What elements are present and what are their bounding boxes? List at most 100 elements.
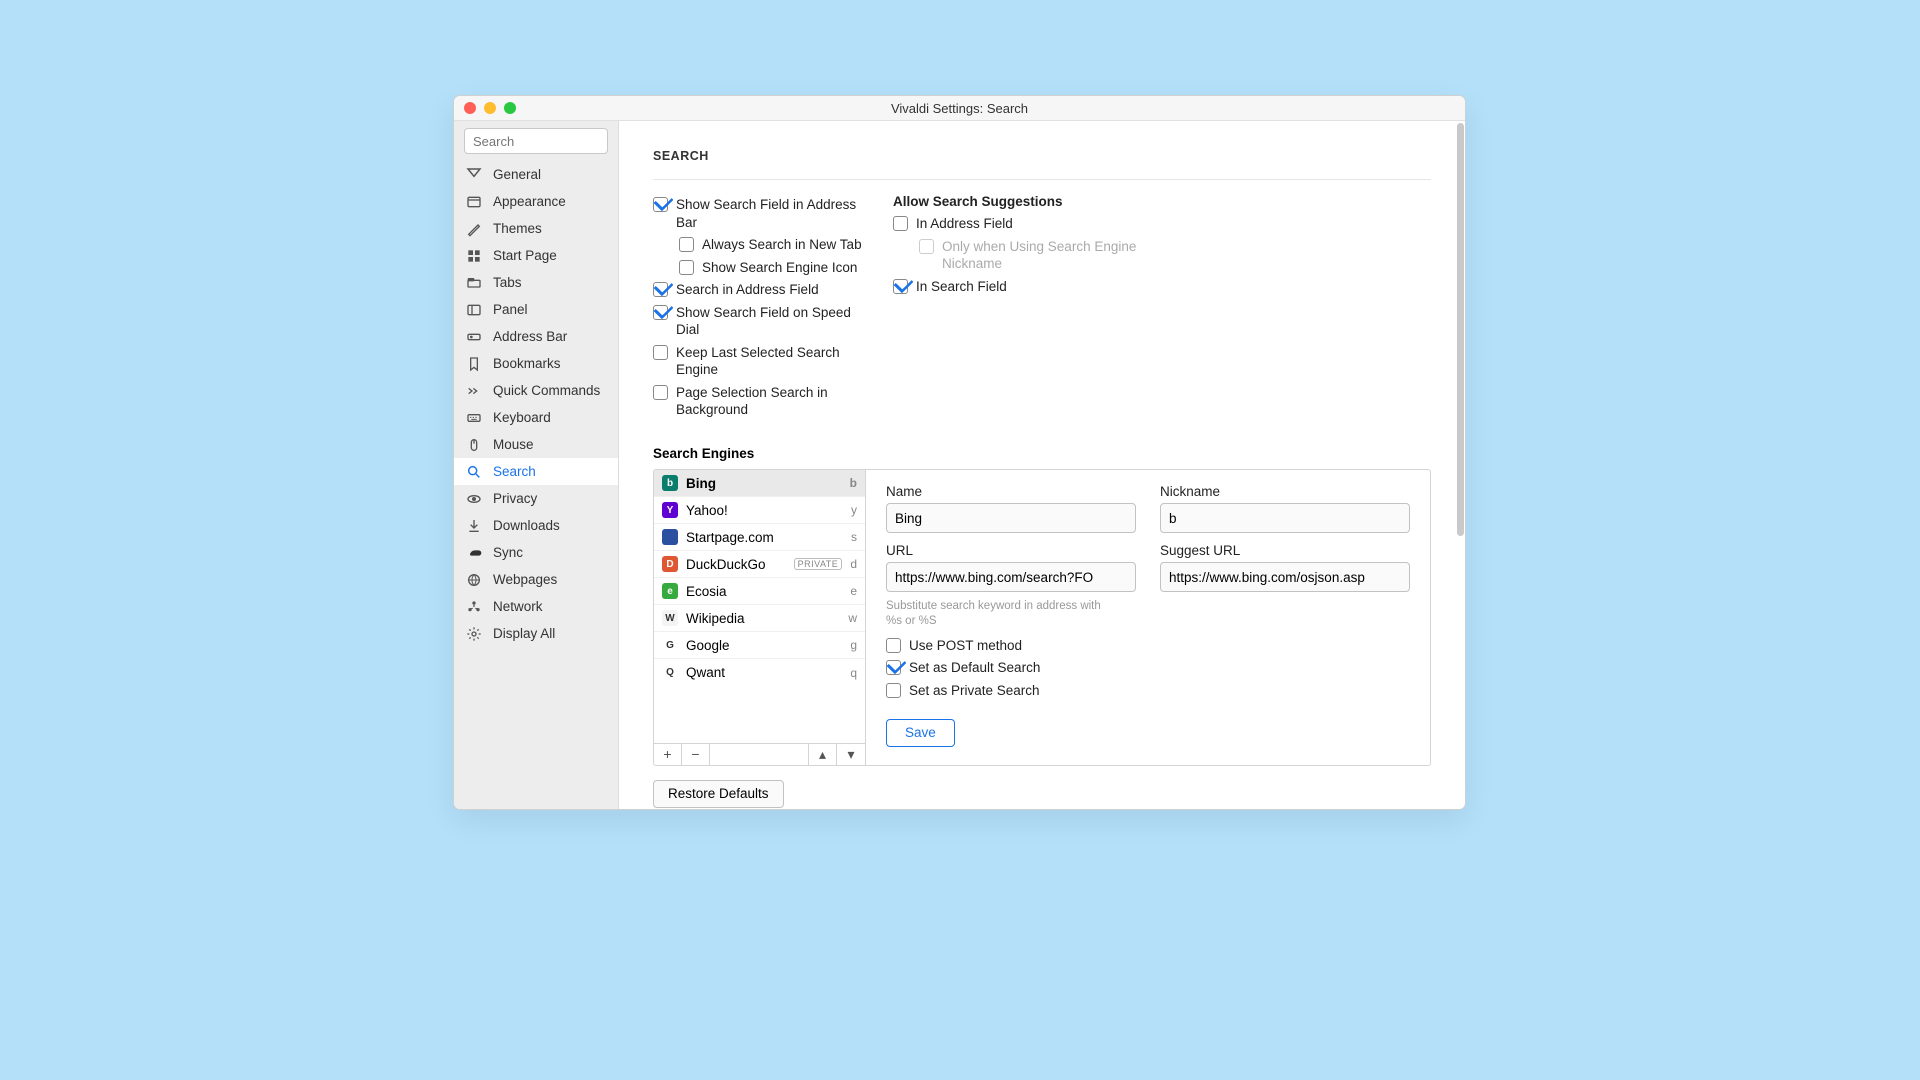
engine-key: g xyxy=(850,638,857,652)
engine-icon: Q xyxy=(662,665,678,681)
engine-url-input[interactable] xyxy=(886,562,1136,592)
opt-use-post[interactable]: Use POST method xyxy=(886,637,1410,655)
engine-key: e xyxy=(850,584,857,598)
sidebar-item-privacy[interactable]: Privacy xyxy=(454,485,618,512)
engine-row[interactable]: Y Yahoo! y xyxy=(654,497,865,524)
engine-key: d xyxy=(850,557,857,571)
titlebar: Vivaldi Settings: Search xyxy=(454,96,1465,121)
opt-show-engine-icon[interactable]: Show Search Engine Icon xyxy=(679,259,863,277)
sidebar-item-label: Sync xyxy=(493,545,523,560)
sidebar-item-bookmarks[interactable]: Bookmarks xyxy=(454,350,618,377)
engine-key: q xyxy=(850,666,857,680)
engine-move-up-button[interactable]: ▴ xyxy=(809,744,837,765)
engine-add-button[interactable]: + xyxy=(654,744,682,765)
engine-name: Ecosia xyxy=(686,584,842,599)
sidebar-item-label: Network xyxy=(493,599,543,614)
sidebar-item-address-bar[interactable]: Address Bar xyxy=(454,323,618,350)
engine-key: w xyxy=(848,611,857,625)
sidebar-item-label: Keyboard xyxy=(493,410,551,425)
sidebar-item-start-page[interactable]: Start Page xyxy=(454,242,618,269)
engine-row[interactable]: Startpage.com s xyxy=(654,524,865,551)
sidebar-item-display-all[interactable]: Display All xyxy=(454,620,618,647)
engine-icon: W xyxy=(662,610,678,626)
opt-show-field-address[interactable]: Show Search Field in Address Bar xyxy=(653,196,863,231)
engines-heading: Search Engines xyxy=(653,446,1431,461)
url-label: URL xyxy=(886,543,1136,558)
engine-name: Google xyxy=(686,638,842,653)
engine-row[interactable]: WWikipediaw xyxy=(654,605,865,632)
sidebar-item-label: Webpages xyxy=(493,572,557,587)
window-title: Vivaldi Settings: Search xyxy=(454,101,1465,116)
engine-key: b xyxy=(850,476,857,490)
engine-name: Startpage.com xyxy=(686,530,843,545)
engine-name: Yahoo! xyxy=(686,503,843,518)
engine-icon: b xyxy=(662,475,678,491)
sidebar-item-network[interactable]: Network xyxy=(454,593,618,620)
sidebar-item-label: Quick Commands xyxy=(493,383,600,398)
opt-keep-last-engine[interactable]: Keep Last Selected Search Engine xyxy=(653,344,863,379)
engine-row[interactable]: G Googleg xyxy=(654,632,865,659)
nickname-label: Nickname xyxy=(1160,484,1410,499)
restore-defaults-button[interactable]: Restore Defaults xyxy=(653,780,784,808)
opt-set-private[interactable]: Set as Private Search xyxy=(886,682,1410,700)
sidebar-item-search[interactable]: Search xyxy=(454,458,618,485)
sidebar-item-keyboard[interactable]: Keyboard xyxy=(454,404,618,431)
opt-sugg-in-address[interactable]: In Address Field xyxy=(893,215,1153,233)
opt-set-default[interactable]: Set as Default Search xyxy=(886,659,1410,677)
suggestions-heading: Allow Search Suggestions xyxy=(893,194,1153,209)
engine-name: Bing xyxy=(686,476,842,491)
sidebar-item-sync[interactable]: Sync xyxy=(454,539,618,566)
suggest-url-label: Suggest URL xyxy=(1160,543,1410,558)
settings-window: Vivaldi Settings: Search GeneralAppearan… xyxy=(453,95,1466,810)
engine-name: DuckDuckGo xyxy=(686,557,786,572)
sidebar-item-label: Privacy xyxy=(493,491,537,506)
sidebar-item-downloads[interactable]: Downloads xyxy=(454,512,618,539)
sidebar-item-general[interactable]: General xyxy=(454,161,618,188)
sidebar-item-label: Start Page xyxy=(493,248,557,263)
engine-row[interactable]: e Ecosiae xyxy=(654,578,865,605)
engine-move-down-button[interactable]: ▾ xyxy=(837,744,865,765)
sidebar-item-label: Downloads xyxy=(493,518,560,533)
engine-row[interactable]: D DuckDuckGo PRIVATE d xyxy=(654,551,865,578)
sidebar-item-label: Search xyxy=(493,464,536,479)
opt-always-new-tab[interactable]: Always Search in New Tab xyxy=(679,236,863,254)
sidebar: GeneralAppearance Themes Start Page Tabs Pan… xyxy=(454,121,619,809)
sidebar-item-mouse[interactable]: Mouse xyxy=(454,431,618,458)
name-label: Name xyxy=(886,484,1136,499)
engine-name: Qwant xyxy=(686,665,842,680)
sidebar-item-quick-commands[interactable]: Quick Commands xyxy=(454,377,618,404)
url-hint: Substitute search keyword in address wit… xyxy=(886,599,1106,629)
sidebar-item-label: Panel xyxy=(493,302,528,317)
sidebar-item-appearance[interactable]: Appearance xyxy=(454,188,618,215)
sidebar-item-themes[interactable]: Themes xyxy=(454,215,618,242)
opt-show-on-speed-dial[interactable]: Show Search Field on Speed Dial xyxy=(653,304,863,339)
engine-remove-button[interactable]: − xyxy=(682,744,710,765)
engine-row[interactable]: Q Qwantq xyxy=(654,659,865,686)
sidebar-item-label: Display All xyxy=(493,626,555,641)
scrollbar[interactable] xyxy=(1455,121,1465,809)
sidebar-item-label: Address Bar xyxy=(493,329,567,344)
opt-search-in-address[interactable]: Search in Address Field xyxy=(653,281,863,299)
engine-icon: D xyxy=(662,556,678,572)
engine-icon: G xyxy=(662,637,678,653)
opt-sugg-in-search[interactable]: In Search Field xyxy=(893,278,1153,296)
sidebar-item-webpages[interactable]: Webpages xyxy=(454,566,618,593)
sidebar-search-input[interactable] xyxy=(464,128,608,154)
engine-key: y xyxy=(851,503,857,517)
sidebar-item-label: Tabs xyxy=(493,275,522,290)
sidebar-item-tabs[interactable]: Tabs xyxy=(454,269,618,296)
engine-icon: Y xyxy=(662,502,678,518)
private-badge: PRIVATE xyxy=(794,558,843,570)
sidebar-item-label: Themes xyxy=(493,221,542,236)
opt-page-selection-bg[interactable]: Page Selection Search in Background xyxy=(653,384,863,419)
engine-suggest-url-input[interactable] xyxy=(1160,562,1410,592)
engine-nickname-input[interactable] xyxy=(1160,503,1410,533)
sidebar-item-panel[interactable]: Panel xyxy=(454,296,618,323)
engine-name-input[interactable] xyxy=(886,503,1136,533)
engine-key: s xyxy=(851,530,857,544)
engine-row[interactable]: b Bingb xyxy=(654,470,865,497)
sidebar-item-label: Bookmarks xyxy=(493,356,561,371)
content-area: SEARCH Show Search Field in Address Bar … xyxy=(619,121,1465,809)
engine-icon: e xyxy=(662,583,678,599)
save-button[interactable]: Save xyxy=(886,719,955,747)
